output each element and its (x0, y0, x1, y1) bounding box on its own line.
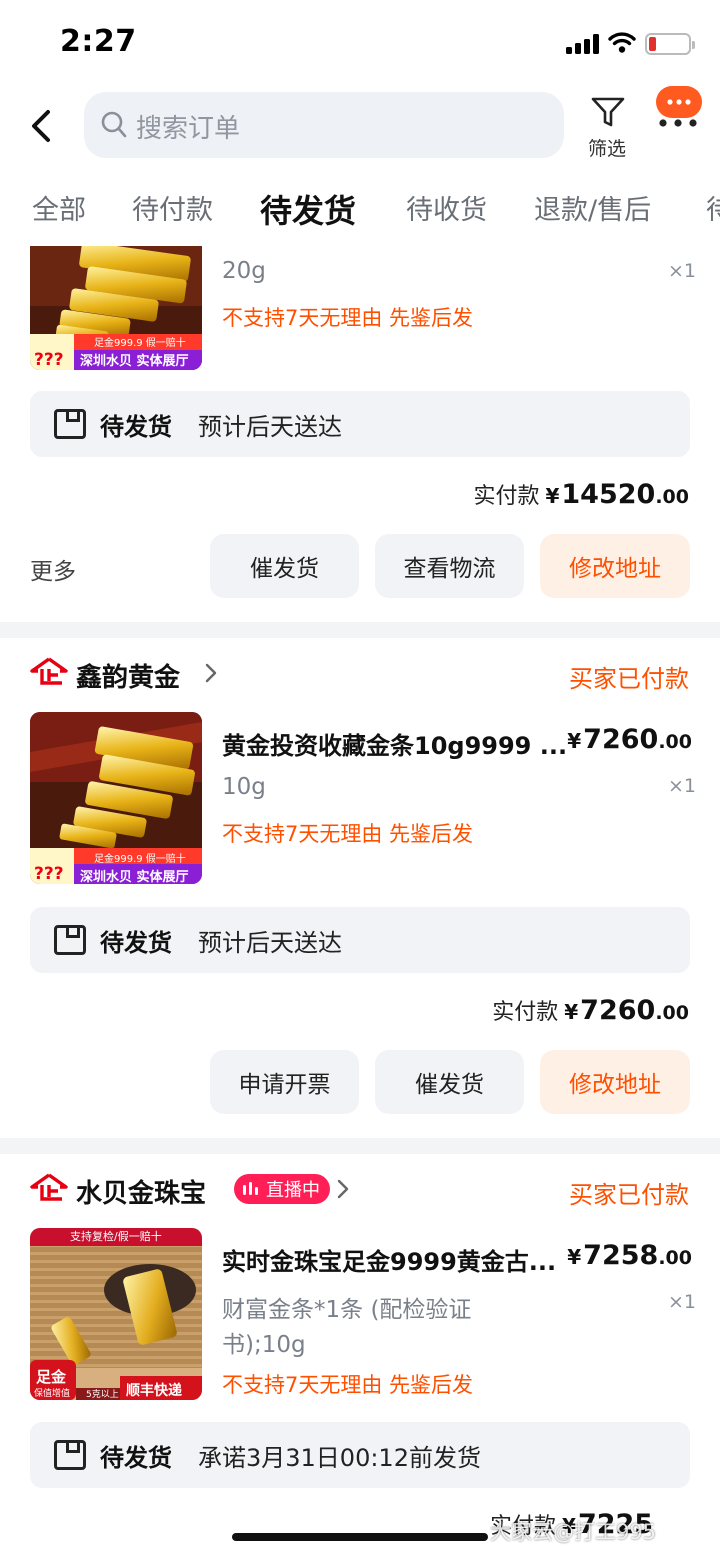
paid-label: 实付款 (492, 1000, 559, 1025)
product-title[interactable]: 黄金投资收藏金条10g9999 ... (222, 726, 572, 761)
enterprise-shop-icon (30, 1173, 68, 1201)
urge-shipment-button[interactable]: 催发货 (210, 534, 359, 598)
tab-refund-after-sale[interactable]: 退款/售后 (534, 188, 651, 227)
paid-integer: 7260 (580, 995, 656, 1026)
paid-decimal: .00 (655, 1002, 689, 1024)
shipping-eta: 预计后天送达 (198, 413, 342, 441)
shop-name[interactable]: 水贝金珠宝 (76, 1173, 206, 1210)
shipping-status: 待发货 (100, 413, 172, 441)
chevron-right-icon[interactable] (336, 1178, 350, 1200)
tab-pending-shipment[interactable]: 待发货 (260, 186, 356, 232)
price-decimal: .00 (658, 731, 692, 753)
shipping-status-bar[interactable]: 待发货 承诺3月31日00:12前发货 (30, 1422, 690, 1488)
currency-symbol: ¥ (564, 1000, 579, 1024)
product-quantity: ×1 (668, 1291, 697, 1313)
thumbnail-banner-top: 足金999.9 假一赔十 (94, 338, 186, 349)
watermark: 大家云@打工995 (490, 1520, 657, 1544)
battery-icon (645, 33, 695, 55)
product-spec-line2: 书);10g (222, 1332, 306, 1358)
search-icon (101, 111, 127, 138)
currency-symbol: ¥ (567, 1245, 582, 1269)
product-spec: 20g (222, 258, 266, 284)
wifi-icon (608, 32, 636, 53)
thumbnail-banner-bottom: 深圳水贝 实体展厅 (80, 354, 189, 369)
enterprise-shop-icon (30, 657, 68, 685)
signal-icon (566, 32, 602, 54)
product-quantity: ×1 (668, 260, 697, 282)
shipping-status: 待发货 (100, 929, 172, 957)
live-bars-icon (243, 1182, 258, 1195)
product-title[interactable]: 实时金珠宝足金9999黄金古... (222, 1242, 572, 1277)
thumbnail-badge-sub: 保值增值 (34, 1389, 71, 1399)
product-quantity: ×1 (668, 775, 697, 797)
shipping-status-bar[interactable]: 待发货 预计后天送达 (30, 391, 690, 457)
package-icon (54, 1440, 86, 1470)
tab-pending-review[interactable]: 待 (706, 188, 720, 227)
thumbnail-badge: 足金 (36, 1368, 67, 1386)
more-button[interactable]: 更多 (30, 552, 76, 586)
currency-symbol: ¥ (567, 729, 582, 753)
paid-label: 实付款 (473, 484, 540, 509)
shipping-eta: 预计后天送达 (198, 929, 342, 957)
thumbnail-banner-top: 足金999.9 假一赔十 (94, 854, 186, 865)
product-price: ¥7258.00 (567, 1240, 692, 1271)
price-integer: 7258 (583, 1240, 659, 1271)
tab-pending-payment[interactable]: 待付款 (132, 188, 213, 227)
currency-symbol: ¥ (545, 484, 560, 508)
product-service-tags: 不支持7天无理由 先鉴后发 (222, 1373, 474, 1397)
thumbnail-express-pre: 5克以上 (86, 1390, 119, 1400)
more-dots-icon[interactable] (658, 118, 698, 128)
live-badge[interactable]: 直播中 (234, 1174, 330, 1204)
order-divider (0, 1138, 720, 1154)
change-address-button[interactable]: 修改地址 (540, 534, 690, 598)
message-icon[interactable] (656, 86, 702, 118)
shipping-status: 待发货 (100, 1444, 172, 1472)
shipping-eta: 承诺3月31日00:12前发货 (198, 1444, 481, 1472)
change-address-button[interactable]: 修改地址 (540, 1050, 690, 1114)
package-icon (54, 409, 86, 439)
product-service-tags: 不支持7天无理由 先鉴后发 (222, 306, 474, 330)
urge-shipment-button[interactable]: 催发货 (375, 1050, 524, 1114)
shop-name[interactable]: 鑫韵黄金 (76, 657, 180, 694)
back-arrow-icon[interactable] (26, 104, 60, 148)
request-invoice-button[interactable]: 申请开票 (210, 1050, 359, 1114)
shipping-status-bar[interactable]: 待发货 预计后天送达 (30, 907, 690, 973)
thumbnail-banner-top: 支持复检/假一赔十 (70, 1230, 162, 1243)
search-placeholder: 搜索订单 (136, 114, 241, 144)
view-logistics-button[interactable]: 查看物流 (375, 534, 524, 598)
order-divider (0, 622, 720, 638)
tab-all[interactable]: 全部 (32, 188, 86, 227)
paid-amount: 实付款 ¥7260.00 (492, 994, 689, 1026)
product-price: ¥7260.00 (567, 724, 692, 755)
product-spec-line1: 财富金条*1条 (配检验证 (222, 1297, 472, 1323)
paid-decimal: .00 (655, 486, 689, 508)
package-icon (54, 925, 86, 955)
home-indicator[interactable] (232, 1533, 488, 1541)
status-time: 2:27 (60, 24, 137, 59)
paid-amount: 实付款 ¥14520.00 (473, 478, 689, 510)
thumbnail-banner-bottom: 深圳水贝 实体展厅 (80, 870, 189, 885)
product-spec: 10g (222, 774, 266, 800)
price-decimal: .00 (658, 1247, 692, 1269)
thumbnail-price-mark: ??? (34, 350, 64, 370)
product-service-tags: 不支持7天无理由 先鉴后发 (222, 822, 474, 846)
price-integer: 7260 (583, 724, 659, 755)
chevron-right-icon[interactable] (204, 662, 218, 684)
thumbnail-express: 顺丰快递 (126, 1383, 182, 1399)
filter-label[interactable]: 筛选 (588, 134, 626, 161)
order-status: 买家已付款 (569, 1181, 689, 1209)
filter-icon[interactable] (590, 95, 626, 129)
thumbnail-price-mark: ??? (34, 864, 64, 884)
order-status: 买家已付款 (569, 665, 689, 693)
paid-integer: 14520 (561, 479, 656, 510)
tab-pending-receipt[interactable]: 待收货 (406, 188, 487, 227)
live-label: 直播中 (266, 1180, 320, 1201)
